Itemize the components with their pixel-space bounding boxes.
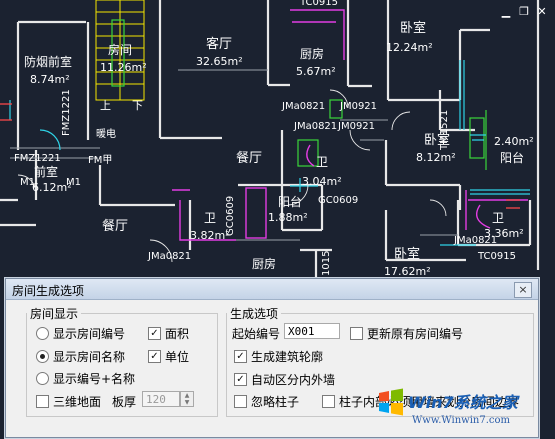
door-tag-label: JMa0821 bbox=[282, 101, 326, 112]
radio-show-room-number[interactable]: 显示房间编号 bbox=[36, 325, 125, 342]
checkbox-label: 面积 bbox=[165, 327, 190, 341]
door-tag-label: M1 bbox=[20, 177, 35, 188]
area-checkbox[interactable]: ✓ 面积 bbox=[148, 325, 189, 342]
windows-logo-icon bbox=[379, 388, 403, 416]
room-area-label: 8.12m² bbox=[416, 151, 456, 164]
checkbox-indicator[interactable]: ✓ bbox=[148, 350, 161, 363]
radio-indicator[interactable] bbox=[36, 372, 49, 385]
checkbox-indicator[interactable] bbox=[350, 327, 363, 340]
room-area-label: 32.65m² bbox=[196, 55, 243, 68]
restore-icon[interactable]: ❐ bbox=[517, 6, 531, 18]
room-area-label: 3.82m² bbox=[190, 229, 230, 242]
watermark-url: Www.Winwin7.com bbox=[412, 415, 510, 426]
room-area-label: 5.67m² bbox=[296, 65, 336, 78]
door-tag-label: JMa0821 bbox=[454, 235, 498, 246]
checkbox-label: 单位 bbox=[165, 350, 190, 364]
checkbox-indicator[interactable] bbox=[36, 395, 49, 408]
checkbox-indicator[interactable]: ✓ bbox=[234, 373, 247, 386]
generate-outline-checkbox[interactable]: ✓ 生成建筑轮廓 bbox=[234, 348, 323, 365]
floor-3d-checkbox[interactable]: 三维地面 bbox=[36, 393, 101, 410]
update-numbers-checkbox[interactable]: 更新原有房间编号 bbox=[350, 325, 463, 342]
room-name-label: 前室 bbox=[34, 165, 59, 179]
radio-label: 显示编号+名称 bbox=[53, 372, 136, 386]
room-name-label: 卧室 bbox=[394, 247, 421, 262]
checkbox-label: 忽略柱子 bbox=[251, 395, 300, 409]
window-controls: ▁ ❐ ✕ bbox=[499, 6, 549, 18]
checkbox-label: 生成建筑轮廓 bbox=[251, 350, 324, 364]
door-tag-label: M1 bbox=[66, 177, 81, 188]
room-name-label: 阳台 bbox=[500, 151, 525, 165]
door-tag-label: FMZ1221 bbox=[14, 153, 61, 164]
room-area-label: 3.04m² bbox=[302, 175, 342, 188]
start-number-input[interactable]: X001 bbox=[284, 323, 340, 339]
stair-direction-label: 下 bbox=[132, 99, 143, 112]
watermark-brand: Win7系统之家 bbox=[408, 393, 518, 412]
unit-checkbox[interactable]: ✓ 单位 bbox=[148, 348, 189, 365]
room-area-label: 1.88m² bbox=[268, 211, 308, 224]
room-name-label: 客厅 bbox=[206, 37, 233, 52]
room-name-label: 卫 bbox=[492, 211, 505, 225]
room-name-label: 阳台 bbox=[278, 195, 303, 209]
radio-indicator[interactable] bbox=[36, 350, 49, 363]
radio-label: 显示房间编号 bbox=[53, 327, 126, 341]
checkbox-indicator[interactable]: ✓ bbox=[234, 350, 247, 363]
dialog-close-button[interactable]: × bbox=[514, 282, 532, 298]
room-area-label: 11.26m² bbox=[100, 61, 147, 74]
checkbox-label: 自动区分内外墙 bbox=[251, 373, 336, 387]
door-tag-label: FM甲 bbox=[88, 155, 113, 166]
minimize-icon[interactable]: ▁ bbox=[499, 6, 513, 18]
room-area-label: 8.74m² bbox=[30, 73, 70, 86]
cad-label: 暖电 bbox=[96, 129, 116, 140]
room-name-label: 餐厅 bbox=[236, 151, 263, 166]
gen-options-legend: 生成选项 bbox=[230, 307, 279, 321]
room-area-label: 12.24m² bbox=[386, 41, 433, 54]
room-name-label: 卧室 bbox=[400, 21, 427, 36]
stair-direction-label: 上 bbox=[100, 99, 111, 112]
room-name-label: 厨房 bbox=[300, 47, 325, 61]
window-tag-label: TC0915 bbox=[478, 251, 516, 262]
auto-wall-checkbox[interactable]: ✓ 自动区分内外墙 bbox=[234, 371, 335, 388]
close-icon[interactable]: ✕ bbox=[535, 6, 549, 18]
window-tag-label: TM1521 bbox=[439, 109, 450, 150]
door-tag-label: JMa0821 bbox=[148, 251, 192, 262]
door-tag-label: FMZ1221 bbox=[61, 89, 72, 136]
window-tag-label: GC0609 bbox=[318, 195, 359, 206]
slab-thickness-input[interactable]: 120 bbox=[142, 391, 180, 407]
checkbox-label: 三维地面 bbox=[53, 395, 102, 409]
checkbox-label: 更新原有房间编号 bbox=[367, 327, 464, 341]
radio-indicator[interactable] bbox=[36, 327, 49, 340]
site-watermark: Win7系统之家 Www.Winwin7.com bbox=[376, 385, 554, 437]
start-number-label: 起始编号 bbox=[232, 327, 281, 341]
room-name-label: 卫 bbox=[316, 155, 329, 169]
cad-label: 1015 bbox=[321, 250, 332, 276]
radio-show-room-name[interactable]: 显示房间名称 bbox=[36, 348, 125, 365]
checkbox-indicator[interactable] bbox=[322, 395, 335, 408]
checkbox-indicator[interactable] bbox=[234, 395, 247, 408]
room-area-label: 17.62m² bbox=[384, 265, 431, 278]
radio-show-number-and-name[interactable]: 显示编号+名称 bbox=[36, 370, 135, 387]
room-area-label: 2.40m² bbox=[494, 135, 534, 148]
door-tag-label: JM0921 bbox=[340, 101, 378, 112]
room-name-label: 防烟前室 bbox=[24, 55, 73, 69]
dialog-title: 房间生成选项 bbox=[12, 284, 85, 298]
slab-thickness-label: 板厚 bbox=[112, 395, 137, 409]
dialog-titlebar[interactable]: 房间生成选项 × bbox=[6, 279, 538, 300]
room-name-label: 房间 bbox=[108, 43, 133, 57]
slab-thickness-spinner[interactable]: ▲ ▼ bbox=[180, 391, 194, 407]
ignore-columns-checkbox[interactable]: 忽略柱子 bbox=[234, 393, 299, 410]
room-name-label: 餐厅 bbox=[102, 219, 129, 234]
radio-label: 显示房间名称 bbox=[53, 350, 126, 364]
cad-label: TC0915 bbox=[300, 0, 338, 8]
checkbox-indicator[interactable]: ✓ bbox=[148, 327, 161, 340]
door-tag-label: JM0921 bbox=[338, 121, 376, 132]
door-tag-label: JMa0821 bbox=[294, 121, 338, 132]
room-display-legend: 房间显示 bbox=[30, 307, 79, 321]
room-name-label: 卫 bbox=[204, 211, 217, 225]
room-name-label: 厨房 bbox=[252, 257, 277, 271]
